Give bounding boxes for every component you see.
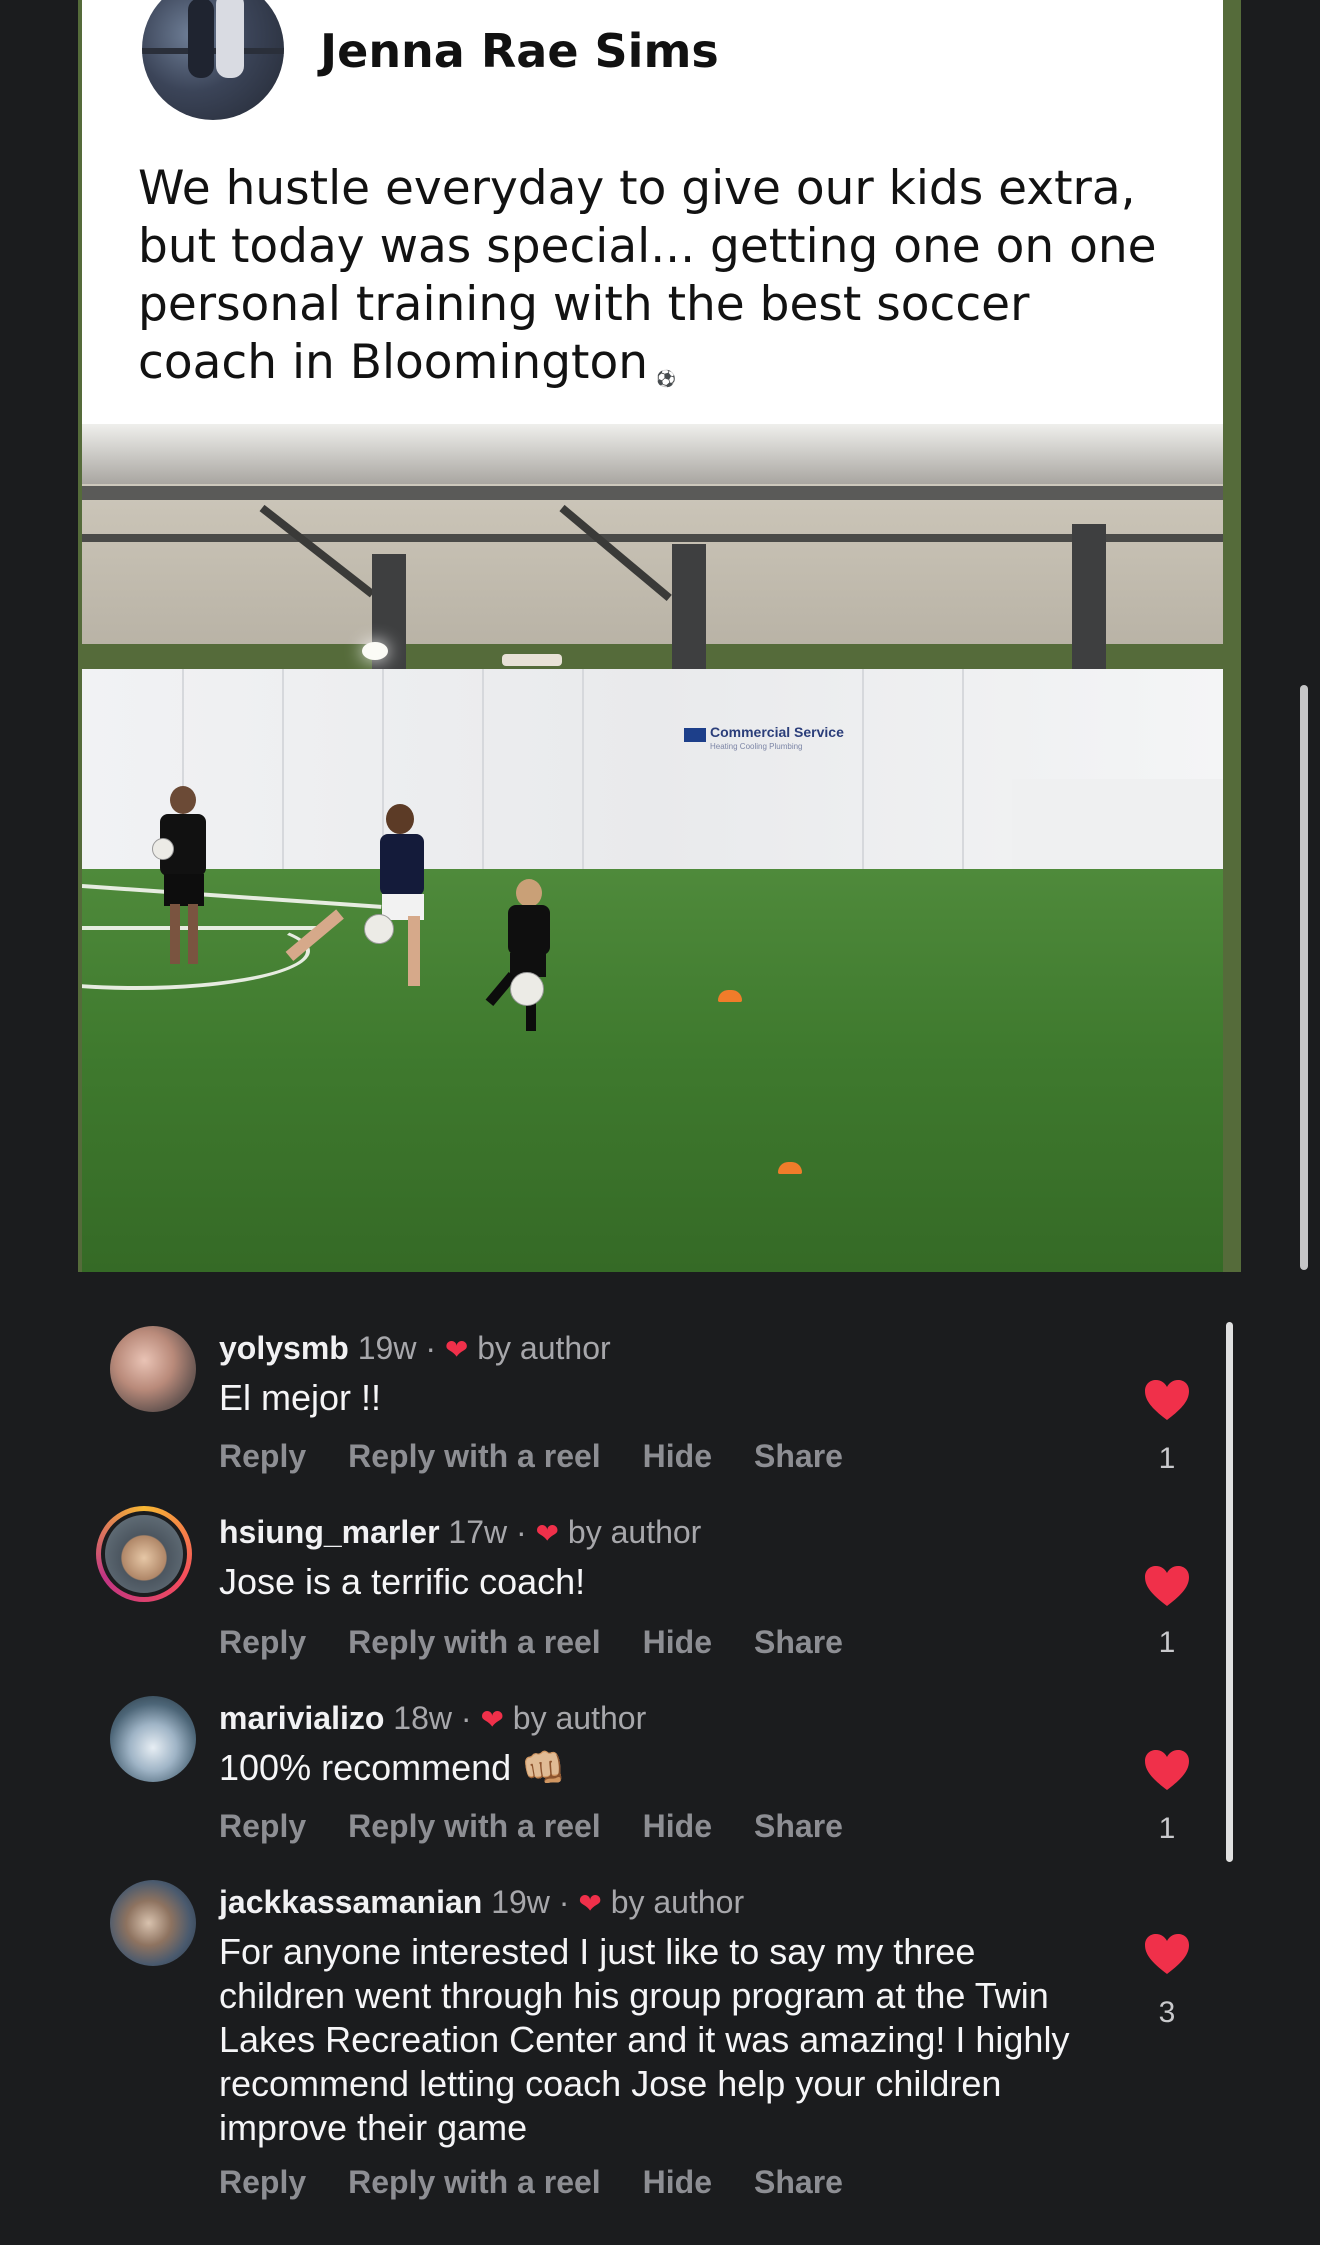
comment-actions: Reply Reply with a reel Hide Share: [219, 2164, 885, 2201]
reply-with-reel-button[interactable]: Reply with a reel: [348, 1808, 601, 1844]
reply-with-reel-button[interactable]: Reply with a reel: [348, 1438, 601, 1474]
hide-button[interactable]: Hide: [643, 1808, 712, 1844]
comment-username[interactable]: yolysmb: [219, 1330, 349, 1366]
liked-by-author-label: by author: [567, 1514, 702, 1550]
share-button[interactable]: Share: [754, 1808, 843, 1844]
comment-username[interactable]: marivializo: [219, 1700, 384, 1736]
comments-scrollbar[interactable]: [1226, 1322, 1233, 1862]
wall-sign: Commercial Service Heating Cooling Plumb…: [684, 724, 844, 784]
post-caption: We hustle everyday to give our kids extr…: [138, 160, 1178, 408]
comment-actions: Reply Reply with a reel Hide Share: [219, 1438, 885, 1475]
reply-button[interactable]: Reply: [219, 1808, 306, 1844]
wall-sign-title: Commercial Service: [710, 724, 844, 740]
like-count: 3: [1158, 1996, 1176, 2029]
comment-age: 17w: [448, 1514, 508, 1550]
share-button[interactable]: Share: [754, 1624, 843, 1660]
commenter-avatar[interactable]: [110, 1880, 196, 1966]
comment-header: hsiung_marler 17w · ❤ by author: [219, 1514, 702, 1550]
like-heart-icon[interactable]: [1143, 1932, 1191, 1976]
hide-button[interactable]: Hide: [643, 1438, 712, 1474]
author-name[interactable]: Jenna Rae Sims: [320, 24, 719, 78]
hide-button[interactable]: Hide: [643, 2164, 712, 2200]
heart-icon: ❤: [578, 1888, 602, 1919]
comment-age: 19w: [357, 1330, 417, 1366]
comment-text: El mejor !!: [219, 1377, 382, 1418]
reply-with-reel-button[interactable]: Reply with a reel: [348, 2164, 601, 2200]
liked-by-author-label: by author: [477, 1330, 611, 1366]
comment-header: yolysmb 19w · ❤ by author: [219, 1330, 611, 1366]
comment-header: marivializo 18w · ❤ by author: [219, 1700, 647, 1736]
like-count: 1: [1158, 1442, 1176, 1475]
comment-text: For anyone interested I just like to say…: [219, 1931, 1070, 2148]
comment-header: jackkassamanian 19w · ❤ by author: [219, 1884, 745, 1920]
commenter-avatar[interactable]: [110, 1696, 196, 1782]
comment-username[interactable]: jackkassamanian: [219, 1884, 482, 1920]
like-heart-icon[interactable]: [1143, 1564, 1191, 1608]
hide-button[interactable]: Hide: [643, 1624, 712, 1660]
liked-by-author-label: by author: [512, 1700, 647, 1736]
comment-username[interactable]: hsiung_marler: [219, 1514, 440, 1550]
post-card: Jenna Rae Sims We hustle everyday to giv…: [78, 0, 1241, 1272]
comment-text: 100% recommend 👊🏼: [219, 1747, 566, 1788]
post-photo[interactable]: Commercial Service Heating Cooling Plumb…: [82, 424, 1223, 1272]
comment-text: Jose is a terrific coach!: [219, 1561, 586, 1602]
commenter-avatar[interactable]: [96, 1506, 192, 1602]
reply-button[interactable]: Reply: [219, 2164, 306, 2200]
comment-age: 19w: [491, 1884, 550, 1920]
post-caption-text: We hustle everyday to give our kids extr…: [138, 161, 1157, 390]
share-button[interactable]: Share: [754, 1438, 843, 1474]
comment-actions: Reply Reply with a reel Hide Share: [219, 1624, 885, 1661]
soccer-ball-emoji: ⚽: [656, 369, 676, 388]
reply-with-reel-button[interactable]: Reply with a reel: [348, 1624, 601, 1660]
author-avatar[interactable]: [142, 0, 284, 120]
heart-icon: ❤: [535, 1518, 560, 1549]
wall-sign-subtitle: Heating Cooling Plumbing: [710, 742, 803, 751]
reply-button[interactable]: Reply: [219, 1624, 306, 1660]
comments-section: yolysmb 19w · ❤ by author El mejor !! Re…: [0, 1318, 1320, 2245]
like-heart-icon[interactable]: [1143, 1748, 1191, 1792]
reply-button[interactable]: Reply: [219, 1438, 306, 1474]
post-header: Jenna Rae Sims We hustle everyday to giv…: [82, 0, 1223, 424]
like-count: 1: [1158, 1626, 1176, 1659]
liked-by-author-label: by author: [610, 1884, 745, 1920]
heart-icon: ❤: [480, 1704, 504, 1735]
comment-actions: Reply Reply with a reel Hide Share: [219, 1808, 885, 1845]
like-count: 1: [1158, 1812, 1176, 1845]
share-button[interactable]: Share: [754, 2164, 843, 2200]
comment-age: 18w: [393, 1700, 452, 1736]
commenter-avatar[interactable]: [110, 1326, 196, 1412]
heart-icon: ❤: [444, 1334, 469, 1365]
like-heart-icon[interactable]: [1143, 1378, 1191, 1422]
page-scrollbar[interactable]: [1300, 685, 1308, 1270]
